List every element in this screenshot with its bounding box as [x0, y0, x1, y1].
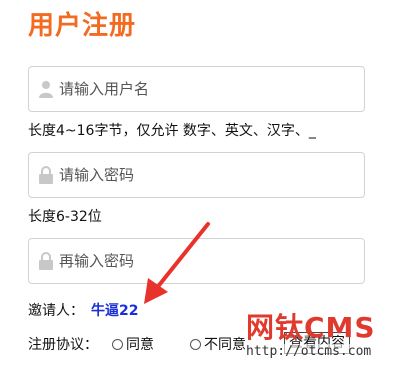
- radio-circle[interactable]: [190, 338, 201, 350]
- agree-label: 同意: [126, 337, 154, 353]
- password-hint: 长度6-32位: [28, 209, 102, 225]
- password-input[interactable]: [59, 153, 359, 197]
- confirm-password-field[interactable]: [28, 238, 365, 284]
- agreement-label: 注册协议：: [28, 337, 98, 353]
- inviter-label: 邀请人：: [28, 303, 84, 319]
- agree-radio[interactable]: 同意: [112, 334, 154, 354]
- password-field[interactable]: [28, 152, 365, 198]
- lock-icon: [39, 252, 53, 270]
- radio-circle[interactable]: [112, 338, 123, 350]
- disagree-radio[interactable]: 不同意: [190, 334, 246, 354]
- username-input[interactable]: [59, 67, 359, 111]
- lock-icon: [39, 166, 53, 184]
- user-icon: [39, 81, 53, 98]
- watermark-url: http://otcms.com: [246, 344, 372, 359]
- watermark: 网钛CMS http://otcms.com: [246, 306, 391, 366]
- username-field[interactable]: [28, 66, 365, 112]
- page-title: 用户注册: [28, 11, 137, 41]
- username-hint: 长度4~16字节，仅允许 数字、英文、汉字、_: [28, 123, 316, 139]
- disagree-label: 不同意: [204, 337, 246, 353]
- watermark-logo: 网钛CMS: [246, 311, 376, 344]
- inviter-name: 牛逼22: [91, 303, 139, 319]
- confirm-password-input[interactable]: [59, 239, 359, 283]
